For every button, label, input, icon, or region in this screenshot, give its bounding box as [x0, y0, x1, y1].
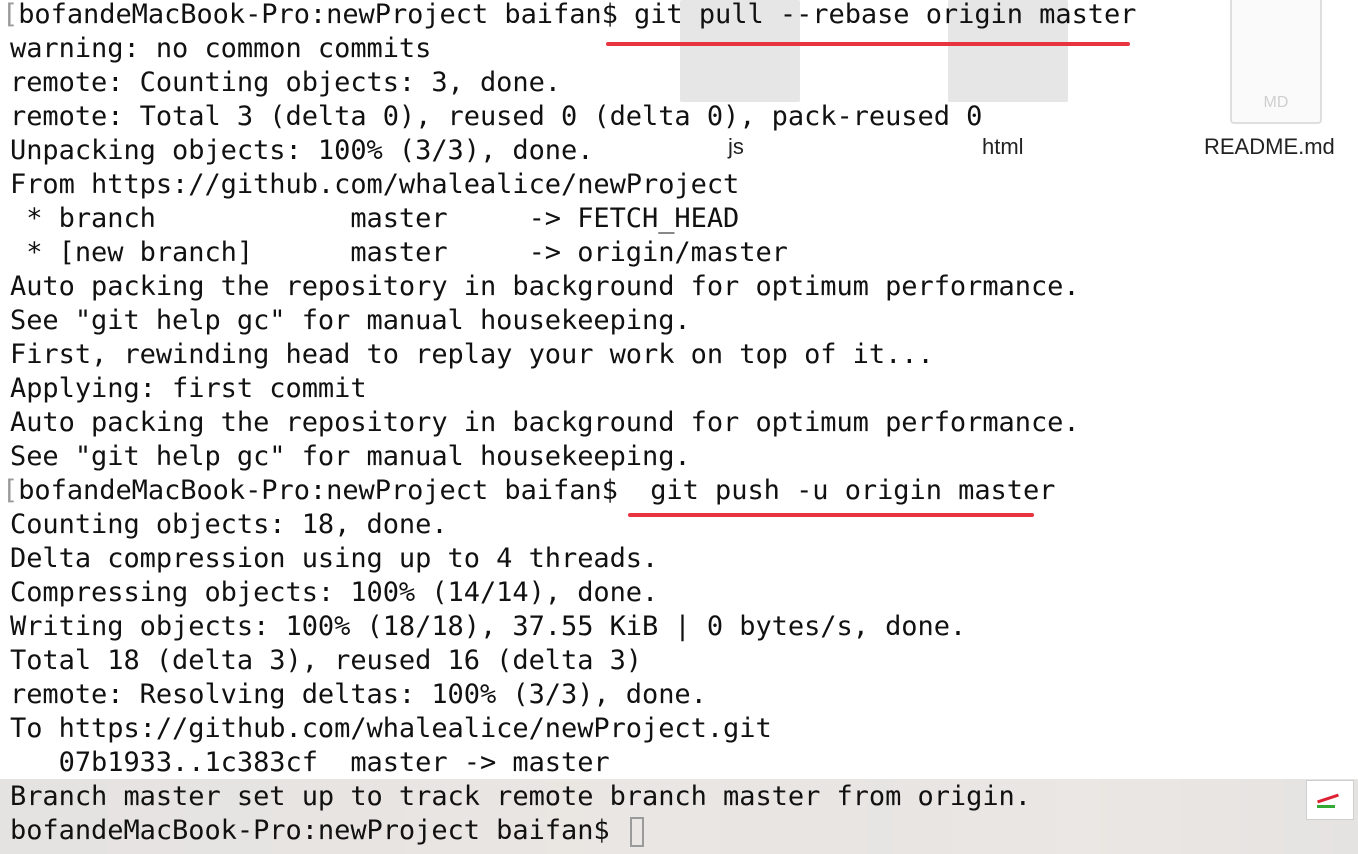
terminal-line: See "git help gc" for manual housekeepin… — [10, 441, 691, 472]
annotation-underline-pull — [606, 42, 1130, 46]
terminal-line: * [new branch] master -> origin/master — [10, 237, 788, 268]
terminal-line: Auto packing the repository in backgroun… — [10, 271, 1080, 302]
terminal-line: Unpacking objects: 100% (3/3), done. — [10, 135, 594, 166]
terminal-line: remote: Resolving deltas: 100% (3/3), do… — [10, 679, 707, 710]
terminal-line: * branch master -> FETCH_HEAD — [10, 203, 740, 234]
terminal-line: First, rewinding head to replay your wor… — [10, 339, 934, 370]
terminal-line: Delta compression using up to 4 threads. — [10, 543, 659, 574]
text-cursor — [629, 817, 644, 847]
terminal-line: Counting objects: 18, done. — [10, 509, 448, 540]
terminal-line: [bofandeMacBook-Pro:newProject baifan$ g… — [2, 475, 1056, 506]
terminal-window[interactable]: [bofandeMacBook-Pro:newProject baifan$ g… — [0, 0, 1358, 854]
terminal-line: Total 18 (delta 3), reused 16 (delta 3) — [10, 645, 643, 676]
terminal-line: Writing objects: 100% (18/18), 37.55 KiB… — [10, 611, 967, 642]
terminal-line: Auto packing the repository in backgroun… — [10, 407, 1080, 438]
terminal-line: Branch master set up to track remote bra… — [10, 781, 1031, 812]
terminal-line: Compressing objects: 100% (14/14), done. — [10, 577, 659, 608]
terminal-line: remote: Total 3 (delta 0), reused 0 (del… — [10, 101, 983, 132]
terminal-line: See "git help gc" for manual housekeepin… — [10, 305, 691, 336]
terminal-line: [bofandeMacBook-Pro:newProject baifan$ g… — [2, 0, 1137, 30]
terminal-line: Applying: first commit — [10, 373, 367, 404]
terminal-prompt-line[interactable]: bofandeMacBook-Pro:newProject baifan$ — [10, 814, 644, 848]
terminal-line: From https://github.com/whalealice/newPr… — [10, 169, 740, 200]
terminal-line: warning: no common commits — [10, 33, 432, 64]
terminal-line: 07b1933..1c383cf master -> master — [10, 747, 610, 778]
annotation-underline-push — [628, 513, 1034, 517]
terminal-line: remote: Counting objects: 3, done. — [10, 67, 561, 98]
terminal-line: To https://github.com/whalealice/newProj… — [10, 713, 772, 744]
